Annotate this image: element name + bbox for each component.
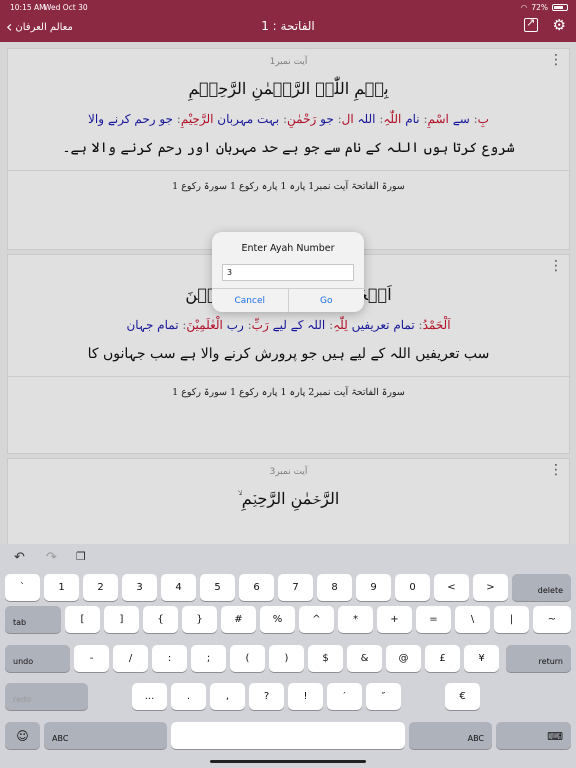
key[interactable]: >: [473, 574, 508, 601]
redo-key[interactable]: redo: [5, 683, 88, 710]
key[interactable]: ′: [327, 683, 362, 710]
top-bar: 10:15 AM Wed Oct 30 ◠ 72% ‹ معالم العرفا…: [0, 0, 576, 42]
abc-key-right[interactable]: ABC: [409, 722, 492, 749]
key[interactable]: #: [221, 606, 256, 633]
cancel-button[interactable]: Cancel: [212, 289, 288, 312]
key[interactable]: 5: [200, 574, 235, 601]
key[interactable]: {: [143, 606, 178, 633]
key[interactable]: (: [230, 645, 265, 672]
key[interactable]: 7: [278, 574, 313, 601]
status-date: Wed Oct 30: [44, 3, 88, 12]
key[interactable]: -: [74, 645, 109, 672]
key[interactable]: |: [494, 606, 529, 633]
key[interactable]: 8: [317, 574, 352, 601]
battery-percent: 72%: [531, 3, 548, 12]
key[interactable]: 2: [83, 574, 118, 601]
emoji-icon: ☺: [16, 728, 29, 743]
key[interactable]: ^: [299, 606, 334, 633]
page-title: الفاتحة : 1: [261, 19, 315, 33]
dialog-title: Enter Ayah Number: [241, 243, 335, 254]
status-right: ◠ 72%: [521, 3, 568, 12]
key[interactable]: £: [425, 645, 460, 672]
dismiss-keyboard-key[interactable]: ⌨: [496, 722, 571, 749]
status-time: 10:15 AM: [10, 3, 46, 12]
home-indicator: [210, 760, 366, 763]
key[interactable]: +: [377, 606, 412, 633]
key[interactable]: ]: [104, 606, 139, 633]
paste-icon[interactable]: ❐: [76, 550, 86, 563]
key[interactable]: ...: [132, 683, 167, 710]
key[interactable]: &: [347, 645, 382, 672]
key[interactable]: 6: [239, 574, 274, 601]
share-icon[interactable]: [524, 16, 538, 32]
ayah-number-input[interactable]: 3: [222, 264, 354, 281]
key[interactable]: *: [338, 606, 373, 633]
abc-key-left[interactable]: ABC: [44, 722, 167, 749]
space-key[interactable]: [171, 722, 405, 749]
go-button[interactable]: Go: [287, 289, 365, 312]
key[interactable]: 3: [122, 574, 157, 601]
key[interactable]: $: [308, 645, 343, 672]
tab-key[interactable]: tab: [5, 606, 61, 633]
keyboard: ↶ ↷ ❐ ` 1 2 3 4 5 6 7 8 9 0 < > delete t…: [0, 544, 576, 768]
keyboard-toolbar: ↶ ↷ ❐: [0, 544, 576, 574]
key[interactable]: €: [445, 683, 480, 710]
key[interactable]: 9: [356, 574, 391, 601]
gear-icon[interactable]: ⚙: [553, 16, 566, 34]
dialog-buttons: Cancel Go: [212, 288, 364, 312]
key[interactable]: ;: [191, 645, 226, 672]
key[interactable]: \: [455, 606, 490, 633]
undo-key[interactable]: undo: [5, 645, 70, 672]
key[interactable]: !: [288, 683, 323, 710]
keyboard-dismiss-icon: ⌨: [547, 730, 563, 743]
key[interactable]: ,: [210, 683, 245, 710]
key[interactable]: 1: [44, 574, 79, 601]
key[interactable]: }: [182, 606, 217, 633]
key[interactable]: <: [434, 574, 469, 601]
key[interactable]: =: [416, 606, 451, 633]
key[interactable]: %: [260, 606, 295, 633]
key[interactable]: :: [152, 645, 187, 672]
key[interactable]: ?: [249, 683, 284, 710]
key[interactable]: /: [113, 645, 148, 672]
redo-icon[interactable]: ↷: [46, 550, 57, 565]
key[interactable]: ″: [366, 683, 401, 710]
battery-icon: [552, 4, 568, 11]
key[interactable]: [: [65, 606, 100, 633]
emoji-key[interactable]: ☺: [5, 722, 40, 749]
key[interactable]: `: [5, 574, 40, 601]
undo-icon[interactable]: ↶: [14, 550, 25, 565]
delete-key[interactable]: delete: [512, 574, 571, 601]
return-key[interactable]: return: [506, 645, 571, 672]
key[interactable]: 0: [395, 574, 430, 601]
wifi-icon: ◠: [520, 3, 528, 12]
enter-ayah-dialog: Enter Ayah Number 3 Cancel Go: [212, 232, 364, 312]
key[interactable]: ¥: [464, 645, 499, 672]
key[interactable]: ~: [533, 606, 571, 633]
nav-bar: ‹ معالم العرفان الفاتحة : 1 ⚙: [0, 15, 576, 41]
key[interactable]: ): [269, 645, 304, 672]
status-bar: 10:15 AM Wed Oct 30 ◠ 72%: [0, 3, 576, 14]
key[interactable]: .: [171, 683, 206, 710]
key[interactable]: @: [386, 645, 421, 672]
key[interactable]: 4: [161, 574, 196, 601]
